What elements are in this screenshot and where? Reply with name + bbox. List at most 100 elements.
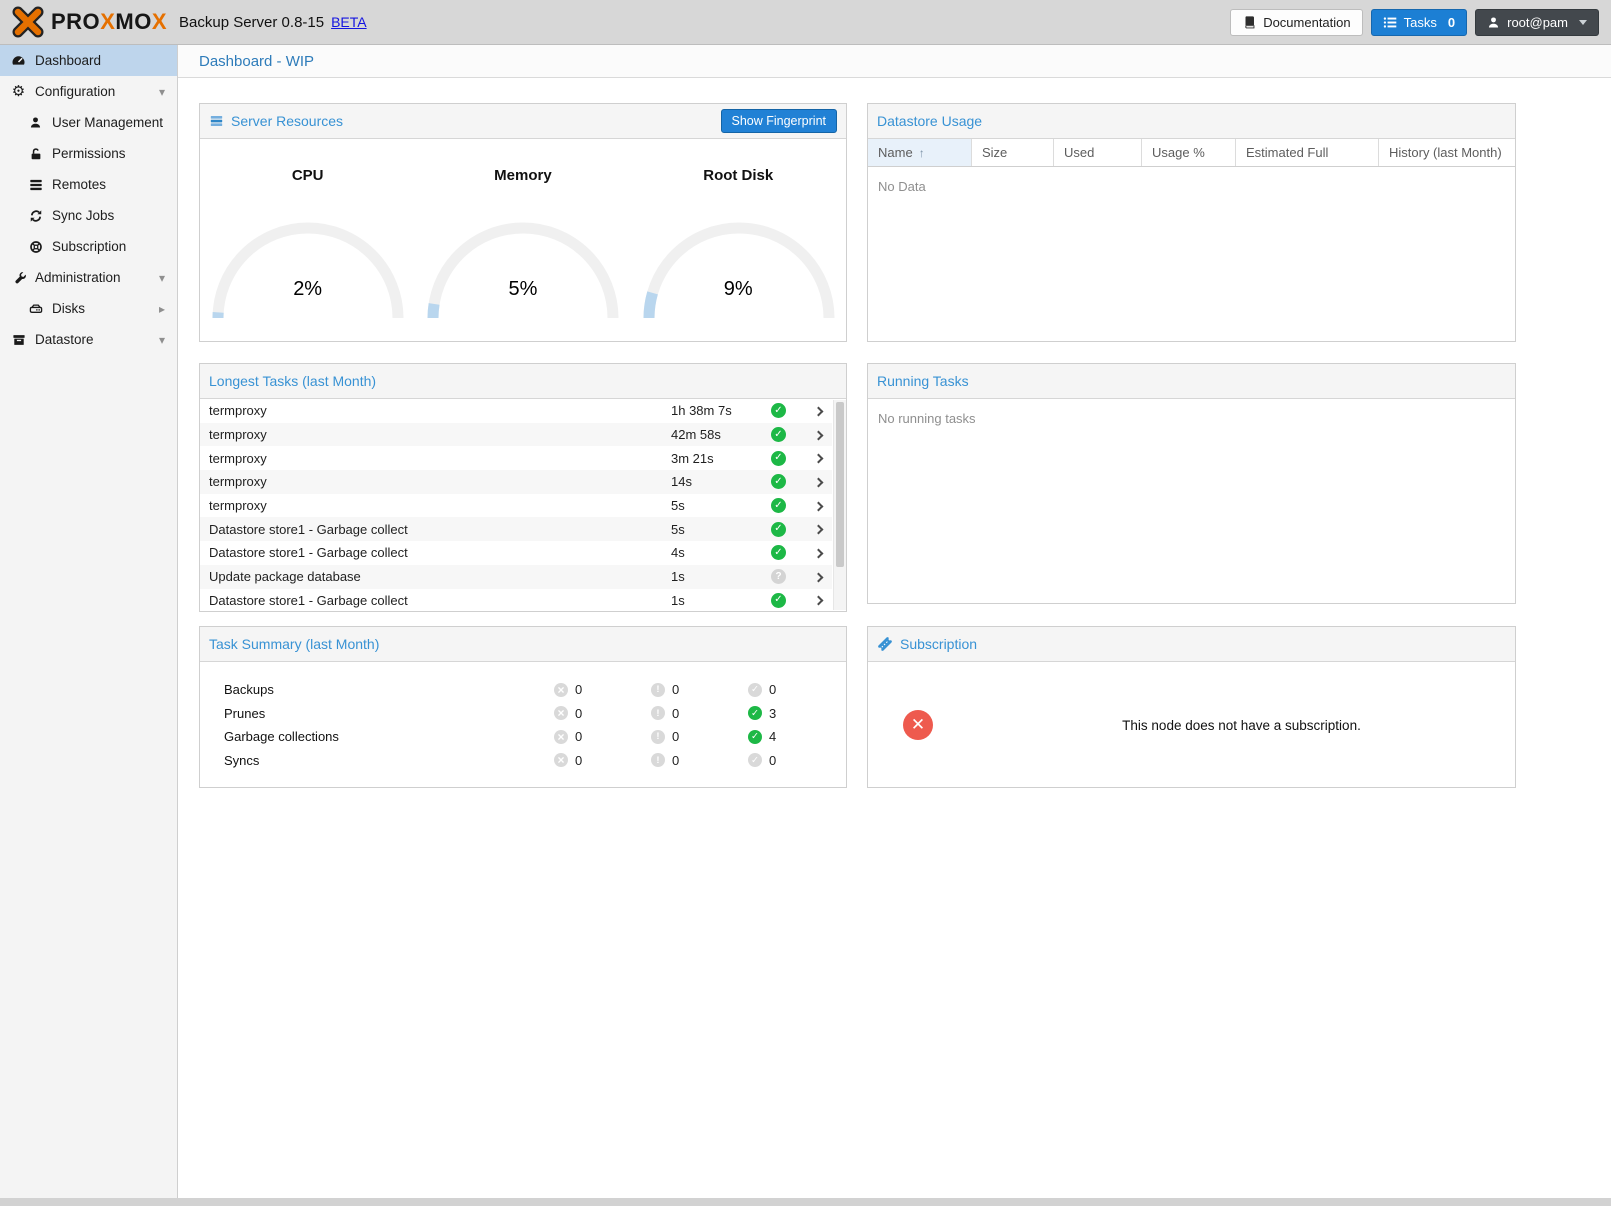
subscription-message: This node does not have a subscription. bbox=[968, 718, 1515, 733]
task-row[interactable]: termproxy 14s bbox=[200, 470, 832, 494]
summary-row: Backups 0 0 0 bbox=[200, 678, 846, 702]
caret-down-icon: ▾ bbox=[159, 85, 165, 99]
sidebar-item-datastore[interactable]: Datastore ▾ bbox=[0, 324, 177, 355]
error-count-icon bbox=[554, 706, 568, 720]
user-icon bbox=[27, 116, 44, 129]
task-row[interactable]: Datastore store1 - Garbage collect 5s bbox=[200, 517, 832, 541]
summary-row: Prunes 0 0 3 bbox=[200, 702, 846, 726]
root-disk-gauge-arc bbox=[631, 194, 846, 320]
column-header-history[interactable]: History (last Month) bbox=[1379, 139, 1515, 166]
root-disk-gauge: Root Disk 9% bbox=[631, 167, 846, 320]
chevron-right-icon[interactable] bbox=[813, 454, 823, 464]
sidebar-item-label: Datastore bbox=[35, 332, 94, 347]
column-header-used[interactable]: Used bbox=[1054, 139, 1142, 166]
logo-wordmark: PROXMOX bbox=[51, 9, 167, 35]
chevron-down-icon bbox=[1579, 20, 1587, 25]
panel-title: Task Summary (last Month) bbox=[209, 636, 379, 652]
ok-count-icon bbox=[748, 753, 762, 767]
task-status-icon bbox=[771, 498, 786, 513]
tasks-button[interactable]: Tasks 0 bbox=[1371, 9, 1467, 36]
warning-count-icon bbox=[651, 753, 665, 767]
gauge-label: Root Disk bbox=[631, 167, 846, 184]
cpu-gauge-arc bbox=[200, 194, 415, 320]
hdd-icon bbox=[27, 302, 44, 316]
task-row[interactable]: Datastore store1 - Garbage collect 1s bbox=[200, 589, 832, 612]
page-title-bar: Dashboard - WIP bbox=[178, 45, 1611, 78]
user-menu-button[interactable]: root@pam bbox=[1475, 9, 1599, 36]
chevron-right-icon[interactable] bbox=[813, 406, 823, 416]
sidebar-item-label: Disks bbox=[52, 301, 85, 316]
task-row[interactable]: termproxy 5s bbox=[200, 494, 832, 518]
task-row[interactable]: termproxy 1h 38m 7s bbox=[200, 399, 832, 423]
product-title: Backup Server 0.8-15 bbox=[179, 14, 324, 31]
task-row[interactable]: Datastore store1 - Garbage collect 4s bbox=[200, 541, 832, 565]
chevron-right-icon[interactable] bbox=[813, 525, 823, 535]
gauge-value: 2% bbox=[200, 278, 415, 301]
error-count-icon bbox=[554, 730, 568, 744]
caret-right-icon: ▸ bbox=[159, 302, 165, 316]
show-fingerprint-button[interactable]: Show Fingerprint bbox=[721, 109, 838, 133]
sidebar-item-administration[interactable]: Administration ▾ bbox=[0, 262, 177, 293]
task-row[interactable]: termproxy 3m 21s bbox=[200, 446, 832, 470]
life-ring-icon bbox=[27, 240, 44, 254]
sidebar-item-remotes[interactable]: Remotes bbox=[0, 169, 177, 200]
chevron-right-icon[interactable] bbox=[813, 549, 823, 559]
panel-title: Longest Tasks (last Month) bbox=[209, 373, 376, 389]
ok-count-icon bbox=[748, 683, 762, 697]
chevron-right-icon[interactable] bbox=[813, 501, 823, 511]
gauge-label: CPU bbox=[200, 167, 415, 184]
table-header-row: Name ↑ Size Used Usage % Estimated Full … bbox=[868, 139, 1515, 167]
page-title: Dashboard - WIP bbox=[199, 53, 314, 70]
sidebar-item-label: Permissions bbox=[52, 146, 126, 161]
column-header-usage-pct[interactable]: Usage % bbox=[1142, 139, 1236, 166]
sidebar-item-label: Dashboard bbox=[35, 53, 101, 68]
chevron-right-icon[interactable] bbox=[813, 477, 823, 487]
gauges-row: CPU 2% Memory bbox=[200, 139, 846, 320]
chevron-right-icon[interactable] bbox=[813, 572, 823, 582]
server-bars-icon bbox=[27, 178, 44, 192]
archive-box-icon bbox=[10, 333, 27, 347]
sidebar-item-permissions[interactable]: Permissions bbox=[0, 138, 177, 169]
task-status-icon bbox=[771, 569, 786, 584]
horizontal-scrollbar[interactable] bbox=[0, 1198, 1611, 1206]
documentation-button[interactable]: Documentation bbox=[1230, 9, 1362, 36]
sidebar-item-dashboard[interactable]: Dashboard bbox=[0, 45, 177, 76]
sync-refresh-icon bbox=[27, 209, 44, 223]
ok-count-icon bbox=[748, 706, 762, 720]
no-data-text: No Data bbox=[868, 167, 1515, 206]
ok-count-icon bbox=[748, 730, 762, 744]
task-status-icon bbox=[771, 427, 786, 442]
task-status-icon bbox=[771, 545, 786, 560]
tachometer-icon bbox=[10, 53, 27, 68]
memory-gauge: Memory 5% bbox=[415, 167, 630, 320]
sidebar-item-label: Sync Jobs bbox=[52, 208, 114, 223]
column-header-estimated-full[interactable]: Estimated Full bbox=[1236, 139, 1379, 166]
sidebar-item-sync-jobs[interactable]: Sync Jobs bbox=[0, 200, 177, 231]
documentation-label: Documentation bbox=[1263, 15, 1350, 30]
scrollbar-thumb[interactable] bbox=[836, 402, 844, 567]
column-header-size[interactable]: Size bbox=[972, 139, 1054, 166]
task-list-icon bbox=[1383, 16, 1397, 29]
task-status-icon bbox=[771, 522, 786, 537]
cpu-gauge: CPU 2% bbox=[200, 167, 415, 320]
resource-bars-icon bbox=[209, 114, 224, 128]
sidebar-item-label: Remotes bbox=[52, 177, 106, 192]
sidebar-item-disks[interactable]: Disks ▸ bbox=[0, 293, 177, 324]
chevron-right-icon[interactable] bbox=[813, 596, 823, 606]
tasks-count-badge: 0 bbox=[1448, 15, 1455, 30]
sidebar-item-subscription[interactable]: Subscription bbox=[0, 231, 177, 262]
panel-title: Subscription bbox=[900, 636, 977, 652]
caret-down-icon: ▾ bbox=[159, 333, 165, 347]
column-header-name[interactable]: Name ↑ bbox=[868, 139, 972, 166]
task-summary-panel: Task Summary (last Month) Backups 0 0 0 … bbox=[199, 626, 847, 788]
task-row[interactable]: Update package database 1s bbox=[200, 565, 832, 589]
task-row[interactable]: termproxy 42m 58s bbox=[200, 423, 832, 447]
task-status-icon bbox=[771, 474, 786, 489]
chevron-right-icon[interactable] bbox=[813, 430, 823, 440]
sidebar-item-configuration[interactable]: ⚙ Configuration ▾ bbox=[0, 76, 177, 107]
beta-link[interactable]: BETA bbox=[331, 14, 367, 30]
sidebar-item-user-management[interactable]: User Management bbox=[0, 107, 177, 138]
vertical-scrollbar[interactable] bbox=[833, 400, 846, 610]
memory-gauge-arc bbox=[415, 194, 630, 320]
no-subscription-error-icon: ✕ bbox=[903, 710, 933, 740]
